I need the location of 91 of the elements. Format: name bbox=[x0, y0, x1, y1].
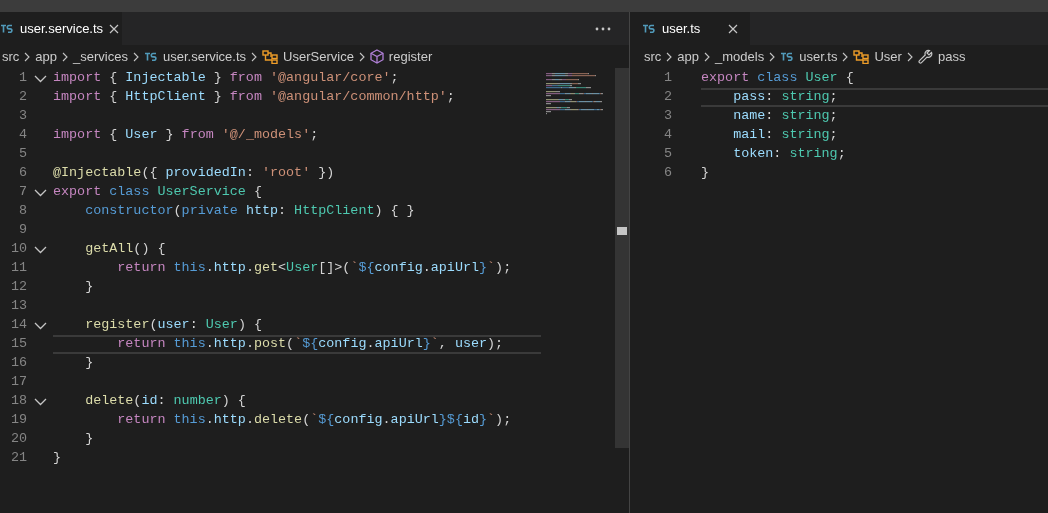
line-number: 20 bbox=[9, 430, 27, 449]
code-line: name: string; bbox=[732, 107, 838, 126]
line-number: 10 bbox=[9, 240, 27, 259]
scrollbar-cursor-marker bbox=[617, 227, 627, 235]
line-number: 15 bbox=[9, 335, 27, 354]
line-number: 1 bbox=[662, 69, 672, 88]
close-icon bbox=[728, 23, 738, 34]
chevron-right-icon bbox=[666, 51, 673, 62]
line-number: 2 bbox=[17, 88, 27, 107]
line-number: 8 bbox=[17, 202, 27, 221]
breadcrumb-item[interactable]: _services bbox=[73, 46, 128, 67]
breadcrumb-item[interactable]: src bbox=[2, 46, 20, 67]
breadcrumb-item[interactable]: user.ts bbox=[799, 46, 838, 67]
typescript-file-icon bbox=[642, 24, 656, 33]
chevron-right-icon bbox=[769, 51, 776, 62]
line-number: 17 bbox=[9, 373, 27, 392]
line-number: 3 bbox=[662, 107, 672, 126]
code-line: mail: string; bbox=[732, 126, 838, 145]
chevron-down-icon[interactable] bbox=[33, 321, 47, 330]
line-number: 2 bbox=[662, 88, 672, 107]
line-number: 7 bbox=[17, 183, 27, 202]
chevron-right-icon bbox=[704, 51, 711, 62]
code-line: } bbox=[84, 354, 94, 373]
chevron-right-icon bbox=[906, 51, 913, 62]
class-icon bbox=[262, 49, 279, 64]
chevron-down-icon[interactable] bbox=[33, 397, 47, 406]
code-line: constructor(private http: HttpClient) { } bbox=[84, 202, 415, 221]
editor-tab[interactable]: user.service.ts bbox=[0, 12, 122, 45]
line-number: 4 bbox=[662, 126, 672, 145]
line-number: 11 bbox=[9, 259, 27, 278]
code-line: import { HttpClient } from '@angular/common/http'; bbox=[53, 88, 455, 107]
line-number: 6 bbox=[662, 164, 672, 183]
line-number: 13 bbox=[9, 297, 27, 316]
code-line: export class User { bbox=[701, 69, 854, 88]
breadcrumb-item[interactable]: app bbox=[677, 46, 700, 67]
line-number: 4 bbox=[17, 126, 27, 145]
typescript-file-icon bbox=[780, 52, 795, 61]
line-number: 1 bbox=[17, 69, 27, 88]
line-number: 12 bbox=[9, 278, 27, 297]
chevron-down-icon[interactable] bbox=[33, 245, 47, 254]
close-icon bbox=[109, 23, 120, 34]
line-number: 5 bbox=[662, 145, 672, 164]
breadcrumb-item[interactable]: User bbox=[874, 46, 902, 67]
breadcrumb-item[interactable]: register bbox=[388, 46, 433, 67]
line-number: 16 bbox=[9, 354, 27, 373]
code-line: } bbox=[84, 278, 94, 297]
code-line: import { User } from '@/_models'; bbox=[53, 126, 319, 145]
code-line: export class UserService { bbox=[53, 183, 262, 202]
more-icon bbox=[595, 26, 611, 31]
chevron-right-icon bbox=[358, 51, 365, 62]
code-line: getAll() { bbox=[84, 240, 166, 259]
scrollbar-thumb[interactable] bbox=[615, 68, 629, 448]
breadcrumb-item[interactable]: pass bbox=[937, 46, 966, 67]
editor-tab[interactable]: user.ts bbox=[630, 12, 750, 45]
code-line: pass: string; bbox=[732, 88, 838, 107]
chevron-down-icon[interactable] bbox=[33, 74, 47, 83]
line-number: 19 bbox=[9, 411, 27, 430]
wrench-icon bbox=[917, 49, 933, 64]
line-number: 18 bbox=[9, 392, 27, 411]
line-number: 3 bbox=[17, 107, 27, 126]
line-number: 5 bbox=[17, 145, 27, 164]
chevron-right-icon bbox=[132, 51, 139, 62]
code-line: token: string; bbox=[732, 145, 846, 164]
code-line: } bbox=[84, 430, 94, 449]
code-line: } bbox=[53, 449, 62, 468]
line-number: 9 bbox=[17, 221, 27, 240]
code-line: return this.http.delete(`${config.apiUrl}${id}`); bbox=[116, 411, 512, 430]
code-line: return this.http.get<User[]>(`${config.apiUrl}`); bbox=[116, 259, 512, 278]
chevron-right-icon bbox=[62, 51, 69, 62]
code-line: } bbox=[701, 164, 710, 183]
line-number: 14 bbox=[9, 316, 27, 335]
code-line: delete(id: number) { bbox=[84, 392, 246, 411]
breadcrumb-item[interactable]: src bbox=[644, 46, 662, 67]
code-line: return this.http.post(`${config.apiUrl}`, user); bbox=[116, 335, 504, 354]
chevron-right-icon bbox=[842, 51, 849, 62]
line-number: 6 bbox=[17, 164, 27, 183]
breadcrumb-item[interactable]: _models bbox=[715, 46, 765, 67]
typescript-file-icon bbox=[143, 52, 158, 61]
chevron-down-icon[interactable] bbox=[33, 188, 47, 197]
typescript-file-icon bbox=[0, 24, 14, 33]
cube-icon bbox=[369, 49, 384, 64]
chevron-right-icon bbox=[24, 51, 31, 62]
chevron-right-icon bbox=[251, 51, 258, 62]
breadcrumb-item[interactable]: app bbox=[35, 46, 58, 67]
code-line: register(user: User) { bbox=[84, 316, 262, 335]
code-line: @Injectable({ providedIn: 'root' }) bbox=[53, 164, 335, 183]
class-icon bbox=[853, 49, 870, 64]
code-line: import { Injectable } from '@angular/core'; bbox=[53, 69, 399, 88]
breadcrumb-item[interactable]: UserService bbox=[283, 46, 354, 67]
breadcrumb-item[interactable]: user.service.ts bbox=[162, 46, 247, 67]
line-number: 21 bbox=[9, 449, 27, 468]
